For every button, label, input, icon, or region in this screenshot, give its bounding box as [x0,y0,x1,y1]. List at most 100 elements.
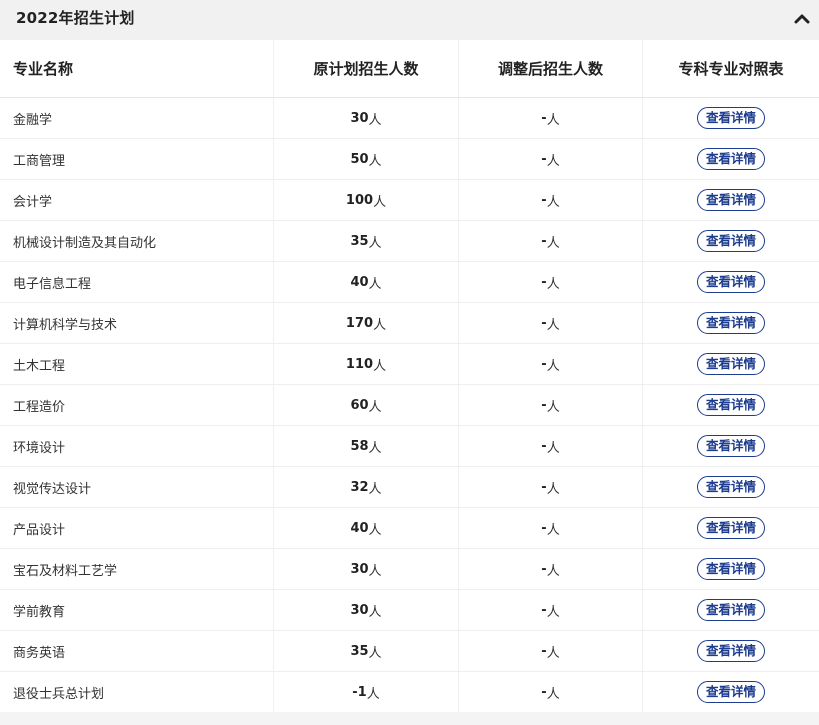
major-name-cell: 计算机科学与技术 [0,303,274,343]
adjusted-unit: 人 [546,112,560,128]
planned-count-cell: 50 人 [274,139,459,179]
planned-count-cell: 30 人 [274,590,459,630]
view-details-button[interactable]: 查看详情 [696,394,765,416]
adjusted-count-cell: -人 [459,139,643,179]
view-details-button[interactable]: 查看详情 [696,476,765,498]
adjusted-count-cell: -人 [459,385,643,425]
planned-count: 110 [345,356,374,372]
adjusted-count-cell: -人 [459,549,643,589]
view-details-button[interactable]: 查看详情 [696,353,765,375]
mapping-cell: 查看详情 [643,344,819,384]
planned-count: 40 [350,520,369,536]
planned-unit: 人 [373,358,387,374]
major-name: 土木工程 [13,358,66,374]
planned-count: 35 [350,643,369,659]
planned-unit: 人 [368,440,382,456]
table-row: 电子信息工程 40 人 - 人查看详情 [0,262,819,303]
planned-count-cell: 60 人 [274,385,459,425]
adjusted-count-cell: -人 [459,508,643,548]
collapse-button[interactable] [793,10,811,24]
planned-unit: 人 [366,686,380,702]
planned-count-cell: 100 人 [274,180,459,220]
view-details-button[interactable]: 查看详情 [696,681,765,703]
adjusted-count-cell: -人 [459,303,643,343]
planned-count: 30 [350,110,369,126]
major-name-cell: 电子信息工程 [0,262,274,302]
major-name: 宝石及材料工艺学 [13,563,118,579]
planned-count-cell: 35 人 [274,631,459,671]
major-name-cell: 学前教育 [0,590,274,630]
planned-count: 170 [345,315,374,331]
planned-count-cell: 30 人 [274,98,459,138]
header-planned-count: 原计划招生人数 [274,40,459,97]
adjusted-count-cell: -人 [459,221,643,261]
planned-count: 50 [350,151,369,167]
major-name: 金融学 [13,112,53,128]
adjusted-unit: 人 [546,276,560,292]
table-row: 土木工程 110 人 - 人查看详情 [0,344,819,385]
table-row: 视觉传达设计 32 人 - 人查看详情 [0,467,819,508]
view-details-button[interactable]: 查看详情 [696,107,765,129]
mapping-cell: 查看详情 [643,385,819,425]
planned-count-cell: 40 人 [274,262,459,302]
major-name: 视觉传达设计 [13,481,92,497]
planned-count-cell: 30 人 [274,549,459,589]
planned-unit: 人 [368,481,382,497]
major-name: 学前教育 [13,604,66,620]
adjusted-unit: 人 [546,686,560,702]
major-name: 产品设计 [13,522,66,538]
planned-unit: 人 [368,604,382,620]
view-details-button[interactable]: 查看详情 [696,230,765,252]
adjusted-count-cell: -人 [459,590,643,630]
view-details-button[interactable]: 查看详情 [696,435,765,457]
planned-count: 60 [350,397,369,413]
adjusted-unit: 人 [546,645,560,661]
planned-count-cell: 32 人 [274,467,459,507]
major-name: 电子信息工程 [13,276,92,292]
major-name-cell: 视觉传达设计 [0,467,274,507]
mapping-cell: 查看详情 [643,631,819,671]
view-details-button[interactable]: 查看详情 [696,312,765,334]
major-name-cell: 金融学 [0,98,274,138]
view-details-button[interactable]: 查看详情 [696,148,765,170]
table-row: 金融学 30 人 - 人查看详情 [0,98,819,139]
planned-count-cell: -1 人 [274,672,459,712]
table-row: 学前教育 30 人 - 人 查看详情 [0,590,819,631]
panel-title: 2022年招生计划 [16,9,135,27]
adjusted-unit: 人 [546,194,560,210]
adjusted-unit: 人 [546,153,560,169]
view-details-button[interactable]: 查看详情 [696,271,765,293]
enrollment-table: 专业名称 原计划招生人数 调整后招生人数 专科专业对照表 金融学 30 人 - 人查看详… [0,40,819,713]
mapping-cell: 查看详情 [643,508,819,548]
major-name-cell: 产品设计 [0,508,274,548]
major-name-cell: 土木工程 [0,344,274,384]
adjusted-unit: 人 [546,358,560,374]
planned-count-cell: 40 人 [274,508,459,548]
planned-count-cell: 170 人 [274,303,459,343]
table-row: 产品设计 40 人 - 人 查看详情 [0,508,819,549]
table-row: 机械设计制造及其自动化 35 人 - 人 查看详情 [0,221,819,262]
enrollment-plan-panel: 2022年招生计划 专业名称 原计划招生人数 调整后招生人数 专科专业对照表 金… [0,0,819,725]
planned-unit: 人 [368,153,382,169]
planned-unit: 人 [368,399,382,415]
view-details-button[interactable]: 查看详情 [696,558,765,580]
planned-count-cell: 35 人 [274,221,459,261]
adjusted-unit: 人 [546,481,560,497]
view-details-button[interactable]: 查看详情 [696,189,765,211]
table-row: 工程造价 60 人 - 人查看详情 [0,385,819,426]
adjusted-count-cell: -人 [459,672,643,712]
major-name: 工程造价 [13,399,66,415]
adjusted-count-cell: -人 [459,344,643,384]
major-name-cell: 环境设计 [0,426,274,466]
mapping-cell: 查看详情 [643,672,819,712]
view-details-button[interactable]: 查看详情 [696,640,765,662]
view-details-button[interactable]: 查看详情 [696,517,765,539]
table-row: 环境设计 58 人 - 人查看详情 [0,426,819,467]
major-name: 机械设计制造及其自动化 [13,235,157,251]
table-row: 宝石及材料工艺学 30 人 - 人 查看详情 [0,549,819,590]
view-details-button[interactable]: 查看详情 [696,599,765,621]
table-row: 工商管理 50 人 - 人查看详情 [0,139,819,180]
major-name-cell: 退役士兵总计划 [0,672,274,712]
planned-count-cell: 58 人 [274,426,459,466]
adjusted-unit: 人 [546,399,560,415]
